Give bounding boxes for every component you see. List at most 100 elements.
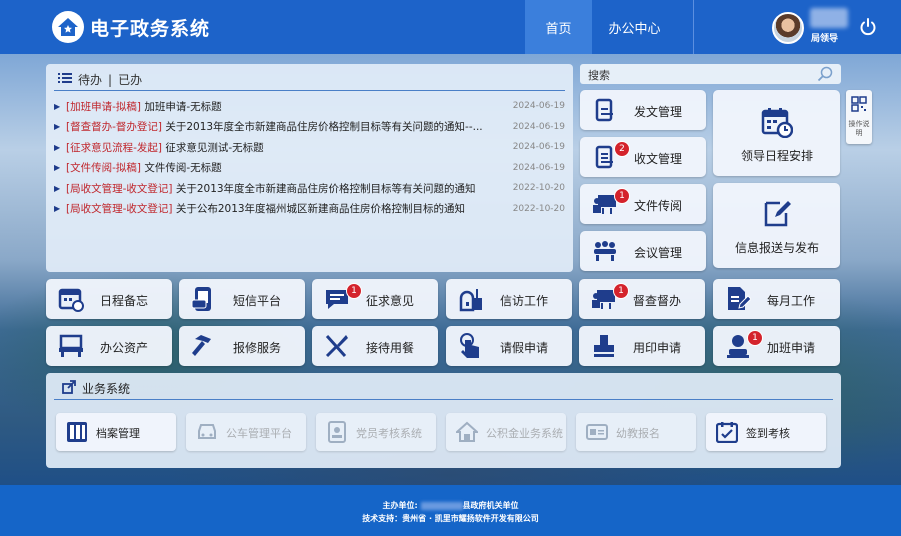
tile-petition-work[interactable]: 信访工作 (446, 279, 572, 319)
tile-info-reporting[interactable]: 信息报送与发布 (713, 183, 840, 268)
biz-member-assessment[interactable]: 党员考核系统 (316, 413, 436, 451)
section-title: 业务系统 (82, 382, 131, 396)
list-item[interactable]: ▶ [加班申请-拟稿] 加班申请-无标题 2024-06-19 (54, 96, 565, 117)
bullet-arrow-icon: ▶ (54, 183, 61, 193)
notification-badge: 1 (747, 330, 763, 346)
checkin-icon (716, 421, 738, 443)
business-systems-panel: 业务系统 档案管理 公车管理平台 党员考核系统 公积金业务系统 幼教报名 签到考… (46, 373, 841, 468)
item-category: [加班申请-拟稿] (66, 100, 141, 113)
top-header: 电子政务系统 首页 办公中心 局领导 (0, 0, 901, 54)
tile-schedule-memo[interactable]: 日程备忘 (46, 279, 172, 319)
tile-reception-dining[interactable]: 接待用餐 (312, 326, 438, 366)
mailbox-icon (458, 286, 484, 312)
document-send-icon (592, 97, 618, 123)
todo-tabs: 待办 | 已办 (58, 71, 142, 88)
tile-label: 报修服务 (233, 341, 282, 355)
tile-overtime-request[interactable]: 1 加班申请 (713, 326, 840, 366)
user-name-blurred (810, 8, 848, 28)
hand-pointer-icon (458, 333, 484, 359)
tile-label: 领导日程安排 (741, 149, 814, 163)
tile-label: 办公资产 (100, 341, 149, 355)
tile-label: 信访工作 (500, 294, 549, 308)
tile-leave-request[interactable]: 请假申请 (446, 326, 572, 366)
tile-label: 用印申请 (633, 341, 682, 355)
avatar[interactable] (772, 12, 804, 44)
item-category: [局收文管理-收文登记] (66, 203, 173, 216)
tile-sms-platform[interactable]: 短信平台 (179, 279, 305, 319)
biz-label: 公积金业务系统 (486, 427, 563, 440)
item-date: 2024-06-19 (512, 142, 565, 153)
biz-label: 党员考核系统 (356, 427, 422, 440)
desk-icon (58, 333, 84, 359)
main-nav: 首页 办公中心 (525, 0, 677, 54)
user-role: 局领导 (811, 34, 839, 44)
tile-label: 征求意见 (366, 294, 415, 308)
item-title: 关于2013年度全市新建商品住房价格控制目标等有关问题的通知--... (165, 121, 483, 134)
list-item[interactable]: ▶ [局收文管理-收文登记] 关于公布2013年度福州城区新建商品住房价格控制目标… (54, 199, 565, 220)
item-date: 2024-06-19 (512, 162, 565, 173)
tile-monthly-work[interactable]: 每月工作 (713, 279, 840, 319)
biz-archive-management[interactable]: 档案管理 (56, 413, 176, 451)
nav-divider (693, 0, 694, 54)
tile-label: 文件传阅 (634, 199, 683, 213)
home-logo-icon[interactable] (52, 11, 84, 43)
list-item[interactable]: ▶ [局收文管理-收文登记] 关于2013年度全市新建商品住房价格控制目标等有关问… (54, 178, 565, 199)
search-label: 搜索 (588, 69, 610, 82)
qrcode-icon (851, 96, 867, 115)
power-icon[interactable] (858, 17, 878, 37)
item-title: 文件传阅-无标题 (144, 162, 222, 175)
biz-label: 签到考核 (746, 427, 790, 440)
bullet-arrow-icon: ▶ (54, 142, 61, 152)
item-title: 征求意见测试-无标题 (165, 141, 264, 154)
tile-supervision[interactable]: 1 督查督办 (579, 279, 705, 319)
item-category: [督查督办-督办登记] (66, 121, 162, 134)
archive-icon (66, 421, 88, 443)
search-input[interactable]: 搜索 (580, 64, 841, 84)
tile-office-assets[interactable]: 办公资产 (46, 326, 172, 366)
id-card-icon (586, 421, 608, 443)
todo-panel: 待办 | 已办 ▶ [加班申请-拟稿] 加班申请-无标题 2024-06-19 ▶ [… (46, 64, 573, 272)
item-date: 2022-10-20 (512, 203, 565, 214)
biz-preschool-enrollment[interactable]: 幼教报名 (576, 413, 696, 451)
bullet-arrow-icon: ▶ (54, 101, 61, 111)
tile-label: 日程备忘 (100, 294, 149, 308)
list-item[interactable]: ▶ [督查督办-督办登记] 关于2013年度全市新建商品住房价格控制目标等有关问题… (54, 117, 565, 138)
item-date: 2024-06-19 (512, 101, 565, 112)
nav-office-center[interactable]: 办公中心 (592, 0, 677, 54)
biz-checkin-assessment[interactable]: 签到考核 (706, 413, 826, 451)
list-item[interactable]: ▶ [文件传阅-拟稿] 文件传阅-无标题 2024-06-19 (54, 158, 565, 179)
tile-seal-request[interactable]: 用印申请 (579, 326, 705, 366)
tab-done[interactable]: 已办 (118, 71, 142, 88)
biz-vehicle-platform[interactable]: 公车管理平台 (186, 413, 306, 451)
biz-housing-fund[interactable]: 公积金业务系统 (446, 413, 566, 451)
host-prefix: 主办单位: (382, 501, 418, 510)
divider (54, 399, 833, 400)
tile-label: 短信平台 (233, 294, 282, 308)
house-icon (456, 421, 478, 443)
tile-incoming-documents[interactable]: 2 收文管理 (580, 137, 706, 177)
item-date: 2022-10-20 (512, 183, 565, 194)
tile-meeting-management[interactable]: 会议管理 (580, 231, 706, 271)
tile-leader-schedule[interactable]: 领导日程安排 (713, 90, 840, 176)
calendar-clock-icon (761, 106, 793, 138)
tab-pending[interactable]: 待办 (78, 71, 102, 88)
tile-label: 请假申请 (500, 341, 549, 355)
footer: 主办单位: 县政府机关单位 技术支持：贵州省 · 凯里市耀扬软件开发有限公司 (0, 485, 901, 536)
tile-file-circulation[interactable]: 1 文件传阅 (580, 184, 706, 224)
edit-document-icon (761, 197, 793, 229)
tile-repair-service[interactable]: 报修服务 (179, 326, 305, 366)
search-icon[interactable] (817, 66, 833, 82)
item-title: 加班申请-无标题 (144, 100, 222, 113)
bullet-arrow-icon: ▶ (54, 163, 61, 173)
notification-badge: 1 (613, 283, 629, 299)
stamp-icon (591, 333, 617, 359)
list-item[interactable]: ▶ [征求意见流程-发起] 征求意见测试-无标题 2024-06-19 (54, 137, 565, 158)
nav-home[interactable]: 首页 (525, 0, 592, 54)
tile-label: 督查督办 (633, 294, 682, 308)
tile-outgoing-documents[interactable]: 发文管理 (580, 90, 706, 130)
item-category: [征求意见流程-发起] (66, 141, 162, 154)
calendar-icon (58, 286, 84, 312)
item-date: 2024-06-19 (512, 121, 565, 132)
tile-solicit-opinions[interactable]: 1 征求意见 (312, 279, 438, 319)
help-sidebar-button[interactable]: 操作说明 (846, 90, 872, 144)
